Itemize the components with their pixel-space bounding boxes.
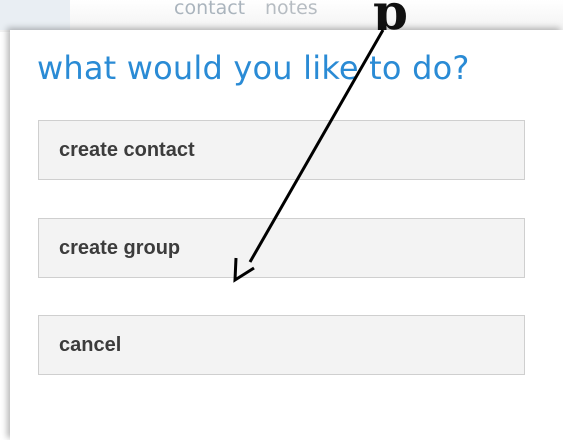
create-contact-button[interactable]: create contact bbox=[38, 120, 525, 180]
tab-notes[interactable]: notes bbox=[265, 0, 318, 19]
create-group-button[interactable]: create group bbox=[38, 218, 525, 278]
dialog-title: what would you like to do? bbox=[37, 49, 470, 87]
cancel-button[interactable]: cancel bbox=[38, 315, 525, 375]
top-tabs: contact notes p bbox=[0, 0, 563, 41]
tab-contact[interactable]: contact bbox=[174, 0, 245, 19]
screen: contact notes p what would you like to d… bbox=[0, 0, 563, 440]
